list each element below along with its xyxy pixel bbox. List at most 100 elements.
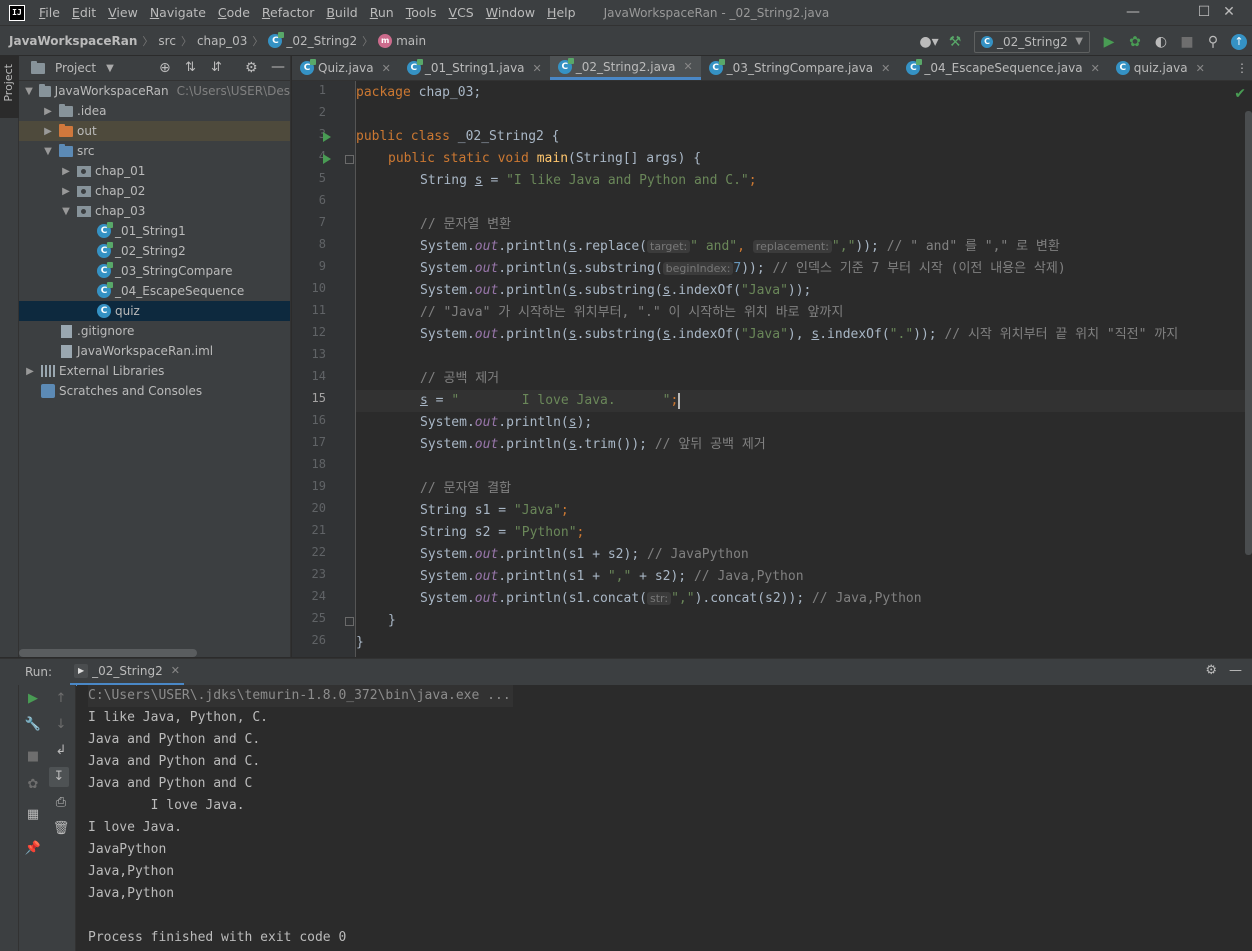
close-icon[interactable]: ✕ — [1091, 62, 1100, 75]
locate-icon[interactable]: ⊕ — [159, 60, 171, 76]
tree-item-iml[interactable]: JavaWorkspaceRan.iml — [19, 341, 290, 361]
close-icon[interactable]: ✕ — [171, 664, 180, 677]
search-icon[interactable]: ⚲ — [1200, 29, 1226, 55]
project-tool-window-tab[interactable]: Project — [0, 56, 19, 118]
soft-wrap-icon[interactable]: ↲ — [51, 741, 71, 761]
code-area[interactable]: package chap_03; public class _02_String… — [356, 81, 1246, 657]
run-gutter-icon[interactable] — [323, 154, 331, 164]
chevron-down-icon[interactable]: ▼ — [41, 146, 55, 157]
tab-04-escapesequence[interactable]: C _04_EscapeSequence.java ✕ — [898, 56, 1107, 80]
tree-item-scratches[interactable]: Scratches and Consoles — [19, 381, 290, 401]
tree-item-file[interactable]: C _04_EscapeSequence — [19, 281, 290, 301]
run-gutter-icon[interactable] — [323, 132, 331, 142]
scroll-down-icon[interactable]: ↓ — [51, 715, 71, 735]
stop-icon[interactable]: ■ — [1174, 29, 1200, 55]
close-icon[interactable]: ✕ — [881, 62, 890, 75]
code-editor[interactable]: 1 2 3 4 5 6 7 8 9 10 11 12 13 14 15 16 1… — [292, 81, 1252, 657]
tab-03-stringcompare[interactable]: C _03_StringCompare.java ✕ — [701, 56, 899, 80]
run-icon[interactable]: ▶ — [1096, 29, 1122, 55]
wrench-icon[interactable]: 🔧 — [23, 715, 43, 735]
breadcrumb-class[interactable]: C _02_String2 — [268, 31, 357, 48]
tree-item-file-selected[interactable]: C quiz — [19, 301, 290, 321]
rerun-icon[interactable]: ▶ — [23, 689, 43, 709]
breadcrumb-src[interactable]: src — [158, 34, 176, 48]
tab-quiz[interactable]: Cquiz.java ✕ — [1108, 56, 1213, 80]
chevron-right-icon[interactable]: ▶ — [41, 126, 55, 137]
menu-help[interactable]: Help — [541, 0, 582, 25]
minimize-icon[interactable]: — — [1110, 0, 1156, 25]
tab-02-string2[interactable]: C _02_String2.java ✕ — [549, 56, 701, 80]
user-icon[interactable]: ●▾ — [916, 29, 942, 55]
debug-icon[interactable]: ✿ — [23, 775, 43, 795]
gear-icon[interactable]: ⚙ — [1205, 663, 1217, 678]
menu-edit[interactable]: Edit — [66, 0, 102, 25]
menu-run[interactable]: Run — [364, 0, 400, 25]
menu-refactor[interactable]: Refactor — [256, 0, 320, 25]
menu-tools[interactable]: Tools — [400, 0, 443, 25]
breadcrumb-project[interactable]: JavaWorkspaceRan — [9, 34, 137, 48]
run-configuration-select[interactable]: C _02_String2 ▼ — [974, 30, 1090, 53]
build-hammer-icon[interactable]: ⚒ — [942, 29, 968, 55]
hide-panel-icon[interactable]: — — [271, 59, 285, 75]
tree-item-file[interactable]: C _02_String2 — [19, 241, 290, 261]
menu-window[interactable]: Window — [480, 0, 541, 25]
tree-item-idea[interactable]: ▶ .idea — [19, 101, 290, 121]
close-icon[interactable]: ✕ — [533, 62, 542, 75]
expand-all-icon[interactable]: ⇅ — [185, 60, 196, 75]
close-icon[interactable]: ✕ — [683, 60, 692, 73]
print-icon[interactable]: ⎙ — [51, 793, 71, 813]
tree-item-out[interactable]: ▶ out — [19, 121, 290, 141]
project-view-select[interactable]: Project — [55, 61, 96, 75]
horizontal-scrollbar[interactable] — [19, 649, 197, 657]
tree-item-file[interactable]: C _03_StringCompare — [19, 261, 290, 281]
chevron-down-icon[interactable]: ▼ — [106, 63, 114, 74]
tree-item-src[interactable]: ▼ src — [19, 141, 290, 161]
pin-icon[interactable]: 📌 — [23, 839, 43, 859]
vertical-scrollbar[interactable] — [1245, 111, 1252, 555]
tree-item-chap03[interactable]: ▼ chap_03 — [19, 201, 290, 221]
scroll-to-end-icon[interactable]: ↧ — [49, 767, 69, 787]
breadcrumb-method[interactable]: m main — [378, 33, 426, 48]
update-icon[interactable]: ↑ — [1226, 29, 1252, 55]
close-window-icon[interactable]: ✕ — [1206, 0, 1252, 25]
stop-icon[interactable]: ■ — [23, 747, 43, 767]
tree-item-chap01[interactable]: ▶ chap_01 — [19, 161, 290, 181]
chevron-down-icon[interactable]: ▼ — [59, 206, 73, 217]
tree-item-external-libraries[interactable]: ▶ External Libraries — [19, 361, 290, 381]
fold-icon[interactable] — [345, 155, 354, 164]
hide-panel-icon[interactable]: — — [1229, 663, 1242, 678]
run-tab[interactable]: ▶ _02_String2 ✕ — [70, 659, 184, 686]
tab-01-string1[interactable]: C _01_String1.java ✕ — [399, 56, 550, 80]
menu-code[interactable]: Code — [212, 0, 256, 25]
menu-file[interactable]: File — [33, 0, 66, 25]
menu-build[interactable]: Build — [320, 0, 363, 25]
close-icon[interactable]: ✕ — [1196, 62, 1205, 75]
menu-view[interactable]: View — [102, 0, 144, 25]
console-output[interactable]: C:\Users\USER\.jdks\temurin-1.8.0_372\bi… — [77, 685, 1252, 951]
layout-icon[interactable]: ▦ — [23, 805, 43, 825]
tree-item-chap02[interactable]: ▶ chap_02 — [19, 181, 290, 201]
collapse-all-icon[interactable]: ⇵ — [211, 60, 222, 75]
tree-item-gitignore[interactable]: .gitignore — [19, 321, 290, 341]
tree-item-project-root[interactable]: ▼ JavaWorkspaceRan C:\Users\USER\Des — [19, 81, 290, 101]
line-number: 22 — [311, 545, 326, 559]
gear-icon[interactable]: ⚙ — [245, 60, 258, 76]
menu-vcs[interactable]: VCS — [443, 0, 480, 25]
coverage-icon[interactable]: ◐ — [1148, 29, 1174, 55]
chevron-right-icon[interactable]: ▶ — [59, 186, 73, 197]
more-tabs-icon[interactable]: ⋮ — [1236, 56, 1248, 81]
inspection-ok-icon[interactable]: ✔ — [1234, 86, 1246, 102]
menu-navigate[interactable]: Navigate — [144, 0, 212, 25]
trash-icon[interactable]: 🗑 — [51, 819, 71, 839]
fold-icon[interactable] — [345, 617, 354, 626]
chevron-right-icon[interactable]: ▶ — [59, 166, 73, 177]
tab-quiz-upper[interactable]: C Quiz.java ✕ — [292, 56, 399, 80]
chevron-right-icon[interactable]: ▶ — [41, 106, 55, 117]
tree-item-file[interactable]: C _01_String1 — [19, 221, 290, 241]
debug-icon[interactable]: ✿ — [1122, 29, 1148, 55]
close-icon[interactable]: ✕ — [382, 62, 391, 75]
scroll-up-icon[interactable]: ↑ — [51, 689, 71, 709]
chevron-down-icon[interactable]: ▼ — [23, 86, 35, 97]
chevron-right-icon[interactable]: ▶ — [23, 366, 37, 377]
breadcrumb-package[interactable]: chap_03 — [197, 34, 247, 48]
